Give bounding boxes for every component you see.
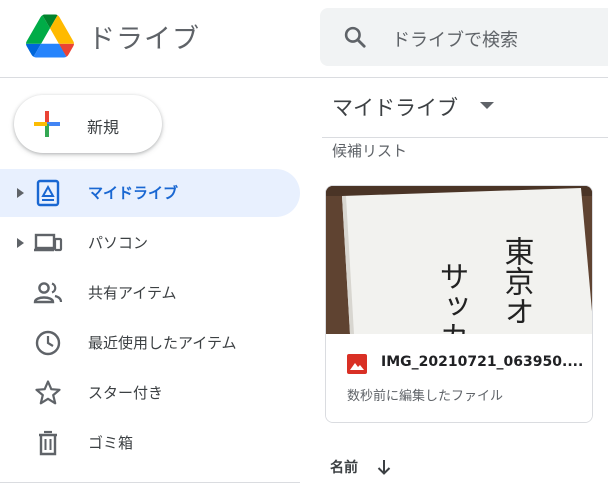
trash-icon: [39, 430, 57, 456]
header: ドライブ ドライブで検索: [0, 0, 608, 78]
thumbnail-text-left: サッカ: [434, 261, 469, 334]
drive-logo-icon[interactable]: [26, 14, 74, 58]
sort-column-name[interactable]: 名前: [330, 457, 358, 477]
shared-icon: [33, 282, 63, 304]
sidebar-item-starred[interactable]: スター付き: [0, 369, 300, 417]
sidebar-item-recent[interactable]: 最近使用したアイテム: [0, 319, 300, 367]
sidebar-item-label: マイドライブ: [88, 184, 179, 202]
expand-arrow-icon[interactable]: [14, 186, 26, 200]
file-thumbnail: 東京オ サッカ: [326, 186, 592, 334]
sidebar-item-trash[interactable]: ゴミ箱: [0, 419, 300, 467]
new-button-label: 新規: [87, 118, 120, 137]
main-divider: [322, 137, 608, 138]
clock-icon: [35, 330, 61, 356]
sidebar-item-shared[interactable]: 共有アイテム: [0, 269, 300, 317]
new-button[interactable]: 新規: [14, 95, 162, 153]
search-icon[interactable]: [342, 24, 368, 50]
search-box[interactable]: ドライブで検索: [320, 8, 608, 66]
file-name[interactable]: IMG_20210721_063950....: [381, 354, 583, 370]
thumbnail-text-right: 東京オ: [499, 236, 534, 326]
thumbnail-image: 東京オ サッカ: [326, 186, 592, 334]
search-input[interactable]: ドライブで検索: [392, 26, 518, 52]
suggested-file-card[interactable]: 東京オ サッカ IMG_20210721_063950.... 数秒前に編集した…: [325, 185, 593, 423]
plus-icon: [34, 111, 60, 137]
page-title[interactable]: マイドライブ: [332, 92, 458, 122]
my-drive-icon: [36, 179, 60, 207]
sidebar-item-label: ゴミ箱: [88, 434, 134, 452]
star-icon: [35, 380, 61, 405]
sidebar-item-my-drive[interactable]: マイドライブ: [0, 169, 300, 217]
suggested-section-label: 候補リスト: [332, 142, 408, 160]
expand-arrow-icon[interactable]: [14, 236, 26, 250]
card-info: IMG_20210721_063950.... 数秒前に編集したファイル: [326, 334, 592, 422]
sidebar-item-label: 共有アイテム: [88, 284, 177, 302]
file-meta: 数秒前に編集したファイル: [347, 389, 504, 404]
sidebar-item-label: パソコン: [88, 234, 149, 252]
sidebar-divider: [0, 482, 300, 483]
sort-direction-icon[interactable]: [375, 458, 393, 476]
sidebar-item-label: スター付き: [88, 384, 164, 402]
sidebar-item-computers[interactable]: パソコン: [0, 219, 300, 267]
computers-icon: [34, 233, 63, 252]
image-file-icon: [347, 354, 367, 374]
dropdown-arrow-icon[interactable]: [480, 102, 494, 110]
sidebar-item-label: 最近使用したアイテム: [88, 334, 237, 352]
app-title: ドライブ: [88, 24, 200, 55]
